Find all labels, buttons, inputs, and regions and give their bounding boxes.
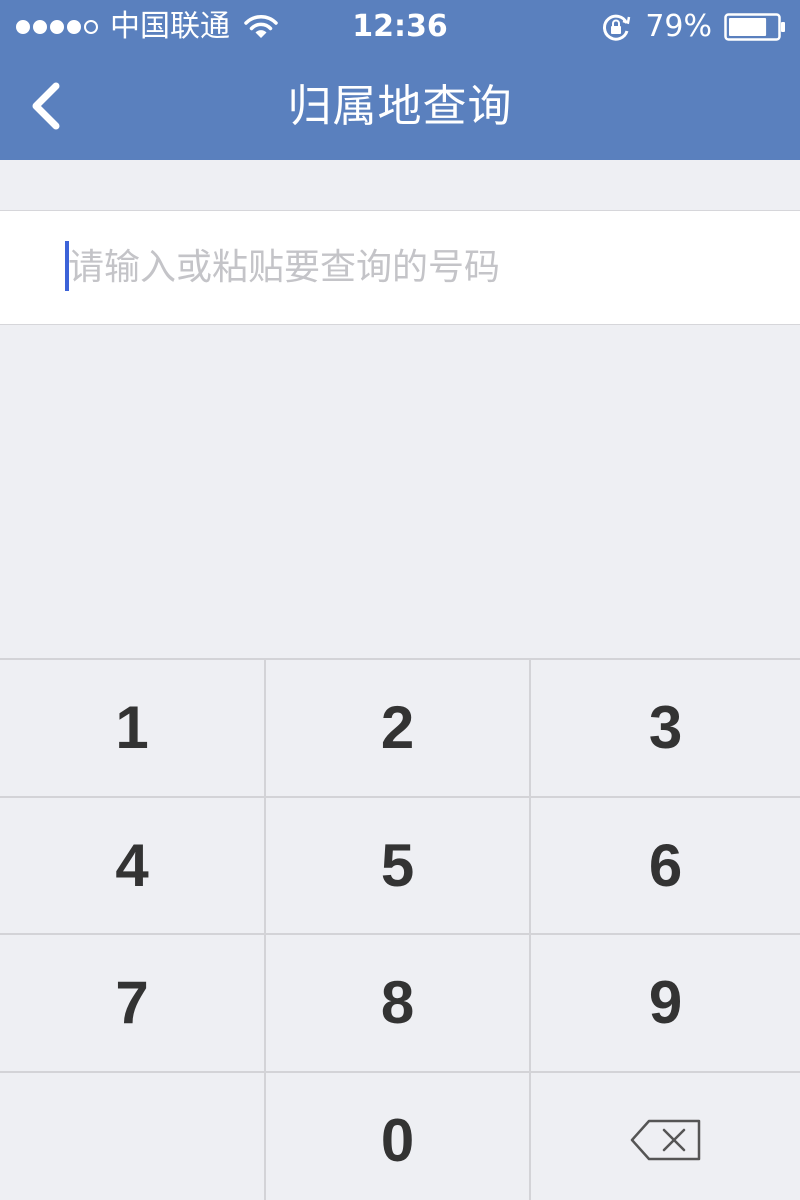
page-title: 归属地查询 xyxy=(287,81,513,132)
key-blank xyxy=(0,1072,266,1200)
backspace-key[interactable] xyxy=(531,1073,800,1200)
battery-icon xyxy=(724,13,785,41)
number-keypad: 1 2 3 4 5 6 7 8 9 0 xyxy=(0,658,800,1200)
key-7[interactable]: 7 xyxy=(0,935,266,1073)
phone-number-input[interactable] xyxy=(68,231,768,303)
key-5[interactable]: 5 xyxy=(266,797,531,935)
battery-percent: 79% xyxy=(645,9,712,44)
key-9[interactable]: 9 xyxy=(531,935,800,1073)
status-right: 79% xyxy=(601,0,786,54)
key-8[interactable]: 8 xyxy=(266,935,531,1073)
backspace-icon xyxy=(630,1120,700,1161)
key-0[interactable]: 0 xyxy=(266,1072,531,1200)
status-bar: 中国联通 12:36 79% xyxy=(0,0,800,54)
key-3[interactable]: 3 xyxy=(531,660,800,798)
nav-bar: 归属地查询 xyxy=(0,54,800,160)
key-2[interactable]: 2 xyxy=(266,660,531,798)
key-6[interactable]: 6 xyxy=(531,798,800,935)
app-header: 中国联通 12:36 79% 归属地查询 xyxy=(0,0,800,160)
phone-input-row xyxy=(0,210,800,325)
key-4[interactable]: 4 xyxy=(0,797,266,935)
rotation-lock-icon xyxy=(603,14,631,41)
key-1[interactable]: 1 xyxy=(0,660,266,798)
